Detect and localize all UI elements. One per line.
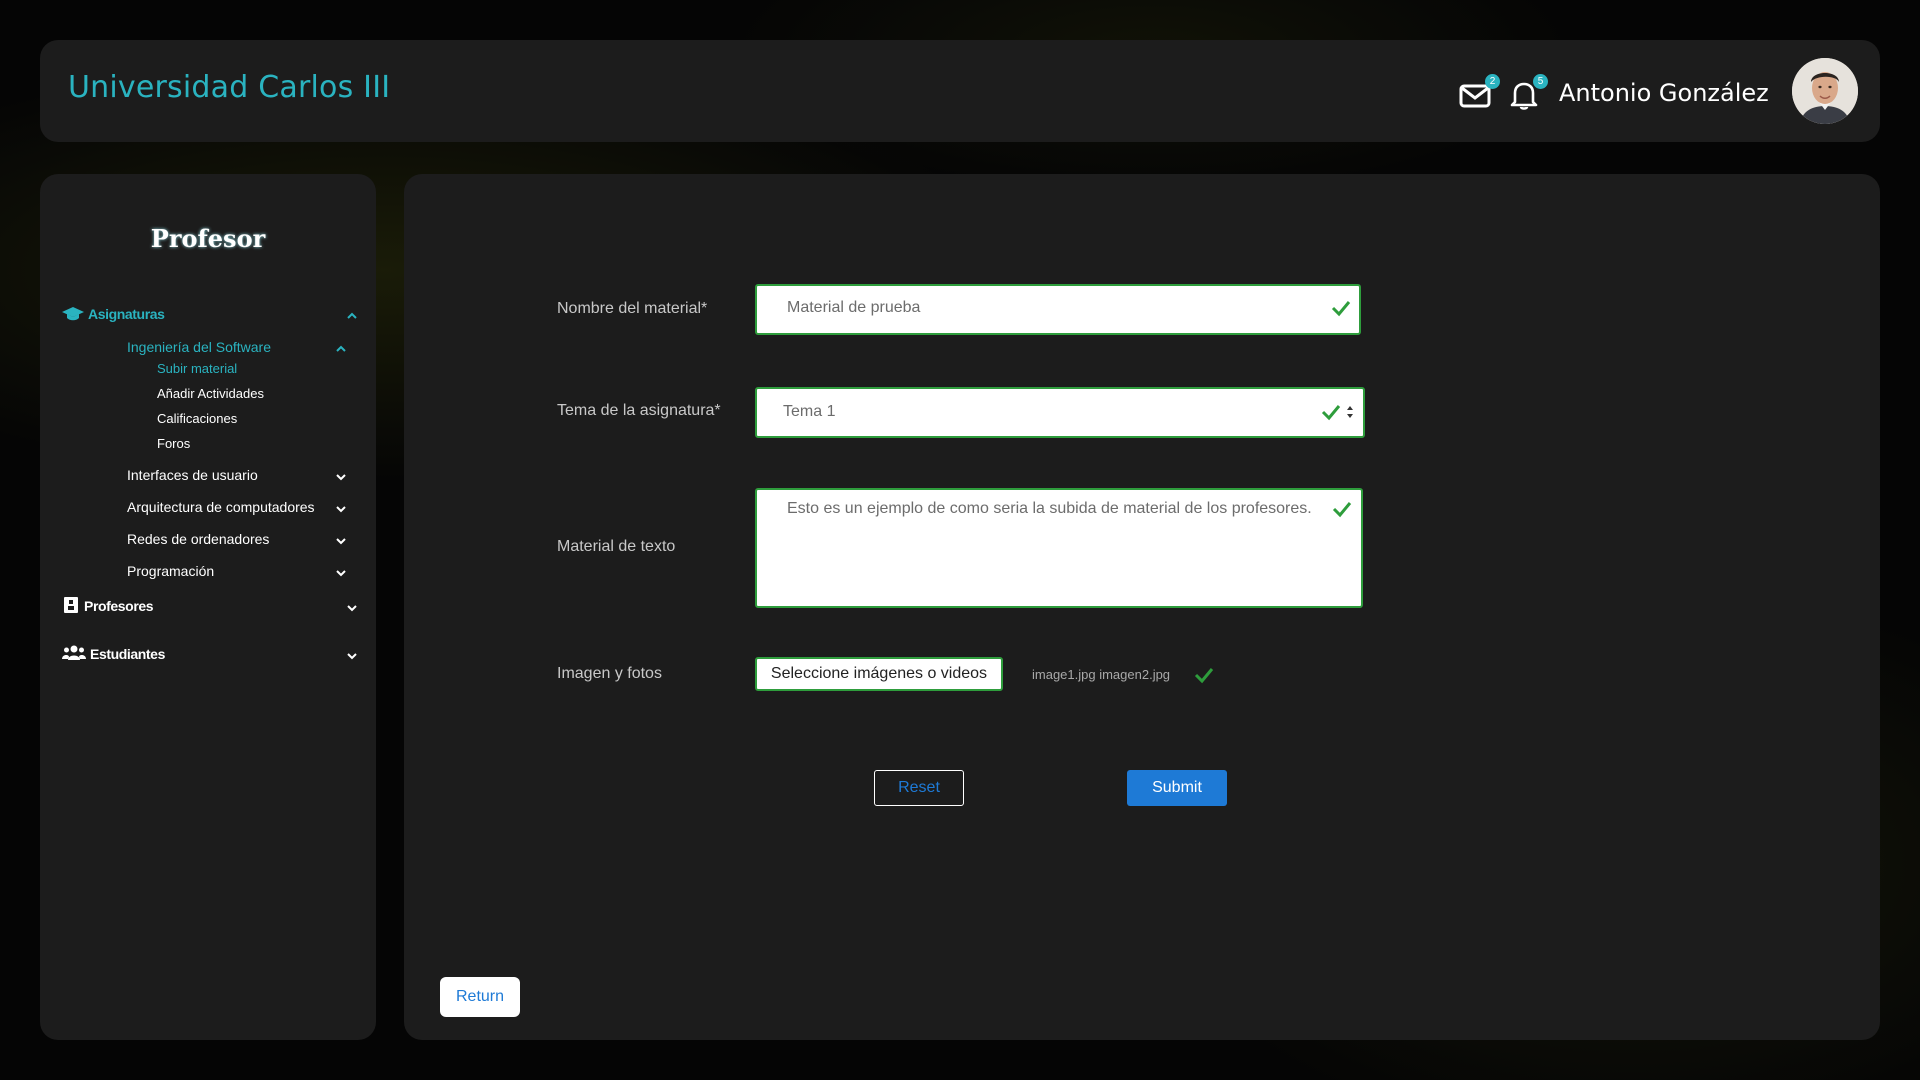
users-icon	[62, 645, 86, 660]
sidebar: Profesor Asignaturas Ingeniería del Soft…	[40, 174, 376, 1040]
sidebar-subitem-actividades[interactable]: Añadir Actividades	[157, 386, 264, 401]
tema-select[interactable]: Tema 1	[755, 387, 1365, 438]
top-header: Universidad Carlos III 2 5 Antonio Gonzá…	[40, 40, 1880, 142]
sidebar-item-profesores[interactable]: Profesores	[62, 597, 154, 614]
sidebar-item-label: Asignaturas	[88, 306, 165, 322]
chevron-up-icon[interactable]	[335, 343, 347, 355]
id-badge-icon	[64, 597, 78, 613]
submit-button[interactable]: Submit	[1127, 770, 1227, 806]
nombre-input[interactable]: Material de prueba	[755, 284, 1361, 335]
check-icon	[1332, 502, 1352, 518]
selected-files: image1.jpg imagen2.jpg	[1032, 667, 1171, 682]
chevron-down-icon[interactable]	[346, 602, 358, 614]
sidebar-item-estudiantes[interactable]: Estudiantes	[62, 645, 165, 662]
nombre-value: Material de prueba	[787, 299, 921, 316]
tema-label: Tema de la asignatura*	[557, 402, 721, 419]
notifications-button[interactable]: 5	[1506, 74, 1548, 112]
tema-value: Tema 1	[783, 403, 836, 420]
texto-textarea[interactable]: Esto es un ejemplo de como seria la subi…	[755, 488, 1363, 608]
user-photo	[1792, 58, 1858, 124]
sidebar-course-arquitectura[interactable]: Arquitectura de computadores	[127, 499, 315, 515]
nombre-label: Nombre del material*	[557, 300, 708, 317]
chevron-down-icon[interactable]	[346, 650, 358, 662]
sidebar-item-label: Profesores	[84, 598, 154, 614]
chevron-up-icon[interactable]	[346, 310, 358, 322]
return-button[interactable]: Return	[440, 977, 520, 1017]
sidebar-subitem-subir-material[interactable]: Subir material	[157, 361, 237, 376]
sidebar-title: Profesor	[150, 224, 266, 253]
avatar[interactable]	[1792, 58, 1858, 124]
mail-badge: 2	[1485, 74, 1500, 89]
brand-title[interactable]: Universidad Carlos III	[68, 70, 390, 105]
sidebar-course-software[interactable]: Ingeniería del Software	[127, 339, 271, 355]
check-icon	[1321, 405, 1341, 421]
sidebar-course-redes[interactable]: Redes de ordenadores	[127, 531, 269, 547]
reset-button[interactable]: Reset	[874, 770, 964, 806]
chevron-down-icon[interactable]	[335, 567, 347, 579]
main-content: Nombre del material* Material de prueba …	[404, 174, 1880, 1040]
sidebar-course-interfaces[interactable]: Interfaces de usuario	[127, 467, 258, 483]
file-select-button[interactable]: Seleccione imágenes o videos	[755, 657, 1003, 691]
chevron-down-icon[interactable]	[335, 535, 347, 547]
bell-badge: 5	[1533, 74, 1548, 89]
mail-button[interactable]: 2	[1458, 74, 1500, 112]
sidebar-course-programacion[interactable]: Programación	[127, 563, 214, 579]
chevron-down-icon[interactable]	[335, 471, 347, 483]
sidebar-subitem-calificaciones[interactable]: Calificaciones	[157, 411, 237, 426]
sidebar-item-label: Estudiantes	[90, 646, 165, 662]
texto-value: Esto es un ejemplo de como seria la subi…	[787, 500, 1312, 517]
sidebar-item-asignaturas[interactable]: Asignaturas	[62, 306, 165, 322]
texto-label: Material de texto	[557, 538, 676, 555]
chevron-down-icon[interactable]	[335, 503, 347, 515]
imagen-label: Imagen y fotos	[557, 665, 662, 682]
check-icon	[1194, 668, 1214, 684]
sidebar-subitem-foros[interactable]: Foros	[157, 436, 190, 451]
select-arrows-icon	[1347, 406, 1353, 418]
graduation-cap-icon	[62, 307, 84, 321]
user-name[interactable]: Antonio González	[1559, 79, 1769, 107]
check-icon	[1331, 301, 1351, 317]
